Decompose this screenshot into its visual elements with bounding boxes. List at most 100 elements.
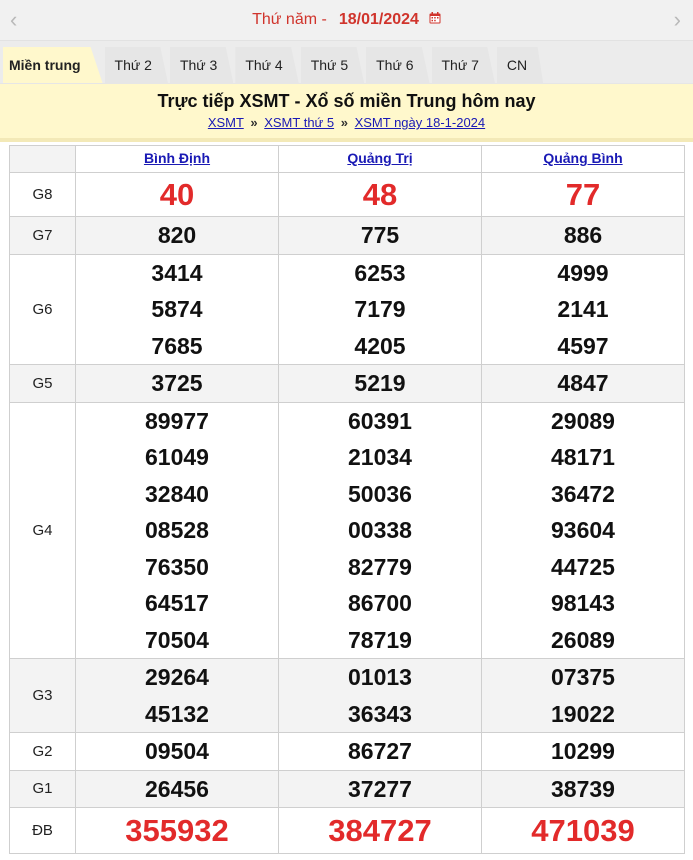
winning-number: 5874 xyxy=(151,296,203,322)
tab-thu-3[interactable]: Thứ 3 xyxy=(169,47,234,83)
winning-number: 10299 xyxy=(551,738,615,764)
province-link-binh-dinh[interactable]: Bình Định xyxy=(144,150,210,166)
results-table-container: Bình Định Quảng Trị Quảng Bình G8 40 48 77 G… xyxy=(0,142,693,854)
winning-number: 3725 xyxy=(151,370,203,396)
table-row: G7 820 775 886 xyxy=(9,216,685,255)
results-heading: Trực tiếp XSMT - Xổ số miền Trung hôm na… xyxy=(0,84,693,142)
table-row: G1 26456 37277 38739 xyxy=(9,769,685,808)
winning-number: 60391 xyxy=(348,407,412,434)
winning-number: 61049 xyxy=(145,444,209,470)
winning-number: 471039 xyxy=(531,813,635,848)
table-row: ĐB 355932 384727 471039 xyxy=(9,807,685,854)
tab-mien-trung[interactable]: Miền trung xyxy=(3,47,103,83)
result-cell: 01013 36343 xyxy=(278,658,482,733)
tab-thu-2[interactable]: Thứ 2 xyxy=(104,47,168,83)
province-header: Quảng Trị xyxy=(278,145,482,173)
results-body: G8 40 48 77 G7 820 775 886 G6 3414 5874 7685 6253 717… xyxy=(9,172,685,854)
winning-number: 29089 xyxy=(551,407,615,434)
tab-thu-5[interactable]: Thứ 5 xyxy=(300,47,365,83)
winning-number: 36343 xyxy=(348,700,412,727)
result-cell: 3725 xyxy=(75,364,279,403)
current-date: Thứ năm - 18/01/2024 xyxy=(252,11,441,29)
date-value: 18/01/2024 xyxy=(338,11,419,28)
result-cell: 471039 xyxy=(481,807,685,854)
breadcrumb: XSMT » XSMT thứ 5 » XSMT ngày 18-1-2024 xyxy=(0,114,693,132)
result-cell: 4999 2141 4597 xyxy=(481,253,685,365)
winning-number: 775 xyxy=(360,222,400,248)
result-cell: 6253 7179 4205 xyxy=(278,253,482,365)
winning-number: 76350 xyxy=(145,553,209,580)
prize-label: G6 xyxy=(9,253,76,365)
winning-number: 64517 xyxy=(145,590,209,616)
tab-cn[interactable]: CN xyxy=(496,47,544,83)
result-cell: 5219 xyxy=(278,364,482,403)
winning-number: 08528 xyxy=(145,517,209,543)
winning-number: 82779 xyxy=(348,553,412,580)
table-row: G6 3414 5874 7685 6253 7179 4205 4999 2141 4597 xyxy=(9,253,685,365)
table-row: G2 09504 86727 10299 xyxy=(9,732,685,771)
winning-number: 70504 xyxy=(145,626,209,653)
result-cell: 77 xyxy=(481,172,685,217)
province-header: Quảng Bình xyxy=(481,145,685,173)
winning-number: 86727 xyxy=(348,738,412,764)
chevron-left-icon[interactable]: ‹ xyxy=(10,9,17,31)
winning-number: 93604 xyxy=(551,517,615,543)
winning-number: 4597 xyxy=(557,332,609,359)
breadcrumb-link-xsmt-thu-5[interactable]: XSMT thứ 5 xyxy=(264,115,334,130)
winning-number: 48 xyxy=(362,177,398,212)
winning-number: 3414 xyxy=(151,259,203,286)
winning-number: 38739 xyxy=(551,775,615,802)
prize-label: G2 xyxy=(9,732,76,771)
day-label: Thứ năm - xyxy=(252,11,327,28)
page-title: Trực tiếp XSMT - Xổ số miền Trung hôm na… xyxy=(157,91,536,111)
prize-label: ĐB xyxy=(9,807,76,854)
table-row: G4 89977 61049 32840 08528 76350 64517 70504 603… xyxy=(9,401,685,659)
result-cell: 40 xyxy=(75,172,279,217)
winning-number: 4205 xyxy=(354,332,406,359)
winning-number: 19022 xyxy=(551,700,615,727)
tab-thu-7[interactable]: Thứ 7 xyxy=(431,47,495,83)
winning-number: 5219 xyxy=(354,370,406,396)
winning-number: 32840 xyxy=(145,480,209,507)
tab-thu-6[interactable]: Thứ 6 xyxy=(366,47,430,83)
lottery-results-table: Bình Định Quảng Trị Quảng Bình G8 40 48 77 G… xyxy=(9,145,685,854)
table-row: G5 3725 5219 4847 xyxy=(9,364,685,403)
province-link-quang-tri[interactable]: Quảng Trị xyxy=(347,150,412,166)
winning-number: 89977 xyxy=(145,407,209,434)
winning-number: 4847 xyxy=(557,370,609,396)
winning-number: 01013 xyxy=(348,664,412,690)
result-cell: 86727 xyxy=(278,732,482,771)
result-cell: 26456 xyxy=(75,769,279,808)
tab-thu-4[interactable]: Thứ 4 xyxy=(235,47,299,83)
table-header-row: Bình Định Quảng Trị Quảng Bình xyxy=(9,145,685,173)
result-cell: 10299 xyxy=(481,732,685,771)
result-cell: 820 xyxy=(75,216,279,255)
table-row: G8 40 48 77 xyxy=(9,172,685,217)
result-cell: 886 xyxy=(481,216,685,255)
winning-number: 4999 xyxy=(557,259,609,286)
prize-label: G8 xyxy=(9,172,76,217)
breadcrumb-link-xsmt-ngay[interactable]: XSMT ngày 18-1-2024 xyxy=(355,115,486,130)
region-day-tabs: Miền trung Thứ 2 Thứ 3 Thứ 4 Thứ 5 Thứ 6… xyxy=(0,41,693,84)
winning-number: 07375 xyxy=(551,664,615,690)
breadcrumb-separator: » xyxy=(340,115,348,130)
winning-number: 2141 xyxy=(557,296,609,322)
calendar-icon[interactable] xyxy=(429,12,441,24)
result-cell: 60391 21034 50036 00338 82779 86700 78719 xyxy=(278,401,482,659)
result-cell: 29089 48171 36472 93604 44725 98143 26089 xyxy=(481,401,685,659)
result-cell: 384727 xyxy=(278,807,482,854)
province-link-quang-binh[interactable]: Quảng Bình xyxy=(543,150,622,166)
header-corner xyxy=(9,145,76,173)
winning-number: 40 xyxy=(159,177,195,212)
prize-label: G5 xyxy=(9,364,76,403)
breadcrumb-link-xsmt[interactable]: XSMT xyxy=(208,115,244,130)
winning-number: 77 xyxy=(565,177,601,212)
winning-number: 48171 xyxy=(551,444,615,470)
winning-number: 36472 xyxy=(551,480,615,507)
chevron-right-icon[interactable]: › xyxy=(674,9,681,31)
result-cell: 37277 xyxy=(278,769,482,808)
winning-number: 355932 xyxy=(125,813,229,848)
date-navigation-bar: ‹ Thứ năm - 18/01/2024 › xyxy=(0,0,693,41)
result-cell: 07375 19022 xyxy=(481,658,685,733)
winning-number: 37277 xyxy=(348,775,412,802)
